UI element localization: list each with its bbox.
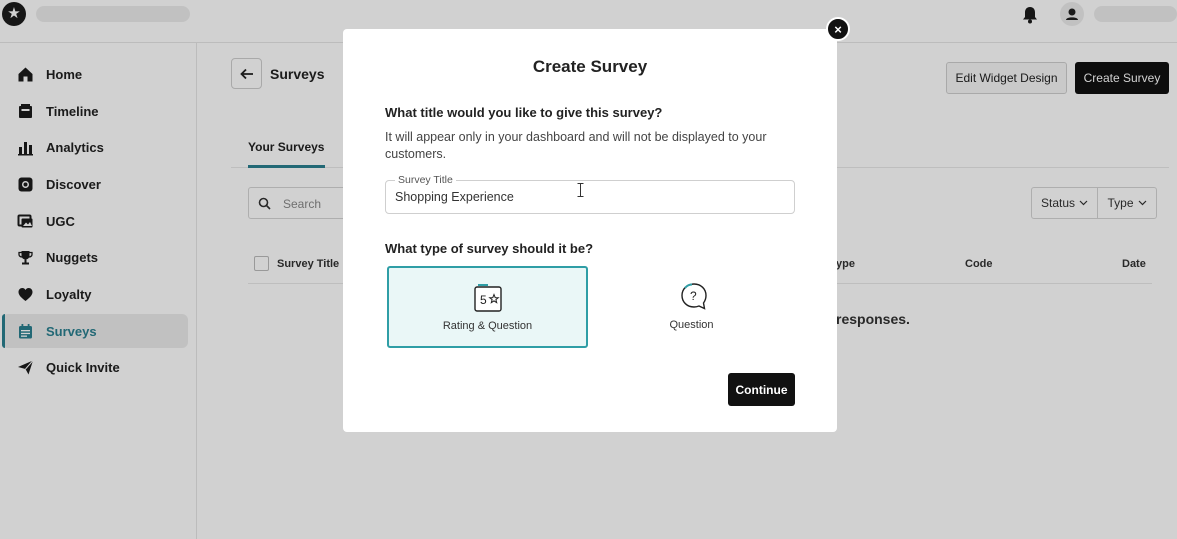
survey-title-value: Shopping Experience xyxy=(395,190,514,204)
title-hint-text: It will appear only in your dashboard an… xyxy=(385,130,767,161)
survey-type-rating-question[interactable]: 5 Rating & Question xyxy=(387,266,588,348)
text-cursor-icon xyxy=(577,183,584,197)
survey-title-field-label: Survey Title xyxy=(395,174,456,186)
type-question-label: What type of survey should it be? xyxy=(385,241,594,256)
survey-title-field[interactable]: Survey Title Shopping Experience xyxy=(385,174,795,214)
question-mark: ? xyxy=(690,289,697,303)
survey-type-question[interactable]: ? Question xyxy=(591,266,792,348)
rating-number: 5 xyxy=(480,293,487,307)
survey-type-label: Rating & Question xyxy=(442,320,533,332)
question-bubble-icon: ? xyxy=(681,283,707,310)
survey-type-label: Question xyxy=(669,319,714,331)
create-survey-modal: Create Survey What title would you like … xyxy=(343,29,837,432)
close-modal-button[interactable]: × xyxy=(826,17,850,41)
close-icon: × xyxy=(834,21,842,37)
rating-star-icon: 5 xyxy=(474,284,502,312)
title-question-label: What title would you like to give this s… xyxy=(385,105,663,120)
continue-button[interactable]: Continue xyxy=(728,373,795,406)
modal-title: Create Survey xyxy=(532,57,648,76)
